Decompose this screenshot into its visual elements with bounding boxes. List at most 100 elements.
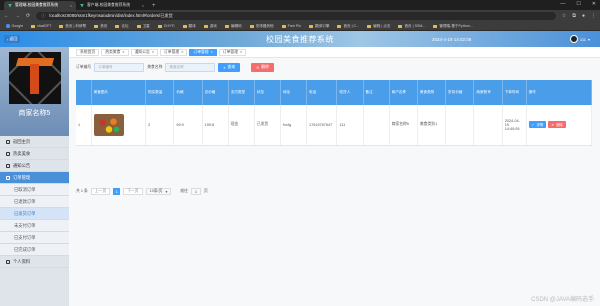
close-icon[interactable]: × [181, 50, 183, 54]
close-icon[interactable]: × [211, 50, 213, 54]
receiver-cell: 111 [336, 105, 364, 146]
menu-icon[interactable]: ⋮ [591, 13, 596, 19]
close-window-icon[interactable]: ✕ [592, 1, 596, 7]
shop-name: 商家名称5 [18, 110, 51, 117]
goto-label: 前往 [180, 189, 188, 193]
bookmark-item[interactable]: Free Pic [281, 24, 301, 28]
food-image-cell [91, 105, 147, 146]
folder-icon [136, 24, 141, 28]
bookmark-item[interactable]: chatGPT [31, 24, 51, 28]
tab-notice[interactable]: 通知公告 × [130, 48, 158, 56]
sidebar-subitem-paid[interactable]: 已支付订单 [0, 232, 69, 244]
page-number[interactable]: 1 [113, 188, 121, 195]
profile-icon[interactable]: ● [582, 13, 585, 19]
bookmark-item[interactable]: 首页 | 科研帮 [59, 24, 86, 29]
sidebar-item-profile[interactable]: 个人资料 [0, 256, 69, 268]
sidebar-subitem-refunded[interactable]: 已退款订单 [0, 196, 69, 208]
extensions-icon[interactable]: ⧉ [572, 13, 576, 19]
close-icon[interactable]: × [152, 50, 154, 54]
tab-orders-3[interactable]: 订单管理 × [218, 48, 247, 56]
price-cell: 99.9 [173, 105, 203, 146]
goto-page-input[interactable]: 1 [190, 188, 201, 195]
url-text: localhost:8080/ssm1fkeymsa/admin/dist/in… [49, 13, 173, 18]
prev-page-button[interactable]: 上一页 [90, 188, 111, 195]
close-icon[interactable]: × [240, 50, 242, 54]
minimize-icon[interactable]: — [560, 1, 565, 7]
table-header-row: 美食图片 购买数量 价格 总价格 支付类型 状态 地址 电话 收货人 备注 商户… [76, 80, 593, 105]
browser-tab-label: 管理端-校园美食推荐系统 [15, 3, 59, 7]
order-number-input[interactable]: 订单编号 [94, 63, 145, 72]
bookmark-item[interactable]: 编辑码 [224, 24, 242, 29]
food-name-input[interactable]: 美食名称 [165, 63, 216, 72]
sidebar-item-home[interactable]: 返回主页 [0, 136, 69, 148]
site-info-icon[interactable]: ⓘ [41, 13, 45, 19]
tab-food[interactable]: 热卖美食 × [101, 48, 129, 56]
sidebar-subitem-unpaid[interactable]: 未支付订单 [0, 220, 69, 232]
back-icon[interactable]: ← [4, 13, 9, 19]
browser-tab-admin[interactable]: 管理端-校园美食推荐系统 × [4, 1, 76, 10]
close-tab-icon[interactable]: × [142, 3, 144, 8]
main-content: 系统首页 热卖美食 × 通知公告 × 订单管理 × 订单管理 × 订单管理 × 订单编号 … [69, 47, 600, 306]
next-page-button[interactable]: 下一页 [123, 188, 143, 195]
sidebar-subitem-completed[interactable]: 已完成订单 [0, 244, 69, 256]
sidebar-item-orders[interactable]: 订单管理 [0, 172, 69, 184]
view-button[interactable]: ✓ 详情 [528, 121, 547, 129]
folder-icon [367, 24, 372, 28]
avatar [569, 35, 578, 43]
delete-button[interactable]: ✕ 删除 [548, 121, 566, 129]
tab-orders-2[interactable]: 订单管理 × [189, 48, 217, 56]
bookmark-item[interactable]: 首页 [94, 24, 107, 29]
window-controls: — ☐ ✕ [560, 1, 596, 7]
close-tab-icon[interactable]: × [70, 3, 72, 8]
maximize-icon[interactable]: ☐ [576, 1, 580, 7]
column-header: 商户名称 [389, 80, 418, 105]
folder-icon [182, 24, 187, 28]
folder-icon [337, 24, 342, 28]
sidebar-subitem-shipped[interactable]: 已发货订单 [0, 208, 69, 220]
tab-orders-1[interactable]: 订单管理 × [160, 48, 188, 56]
column-header: 折扣价格 [445, 80, 475, 105]
bookmark-item[interactable]: 翻译引擎 [309, 24, 329, 29]
bookmark-item[interactable]: 论坛 [115, 24, 129, 29]
batch-delete-button[interactable]: ✕ 删除 [251, 63, 274, 72]
select-all-checkbox[interactable] [76, 80, 92, 105]
order-number-label: 订单编号 [76, 65, 92, 69]
table-row[interactable]: 1 2 99.9 199.8 现金 已发货 fxxfg 17615787647 … [76, 105, 593, 146]
food-image[interactable] [93, 113, 124, 136]
bookmark-item[interactable]: 首页 | C... [337, 24, 359, 29]
food-name-label: 美食名称 [147, 65, 163, 69]
page-tabs: 系统首页 热卖美食 × 通知公告 × 订单管理 × 订单管理 × 订单管理 × [69, 47, 600, 58]
address-bar[interactable]: ⓘ localhost:8080/ssm1fkeymsa/admin/dist/… [36, 12, 556, 20]
bookmark-item[interactable]: Google [6, 24, 23, 28]
username: 111 [579, 36, 586, 42]
bookmark-item[interactable]: 编程 | 点击 [367, 24, 390, 29]
sidebar-item-food[interactable]: 热卖美食 [0, 148, 69, 160]
page-size-select[interactable]: 10条/页 ▾ [145, 188, 172, 195]
column-header: 操作 [526, 80, 593, 105]
bookmark-item[interactable]: 首页 | SSM... [398, 24, 425, 29]
reload-icon[interactable]: ⟳ [26, 13, 30, 19]
bookmark-star-icon[interactable]: ☆ [562, 13, 566, 19]
browser-toolbar: ← → ⟳ ⓘ localhost:8080/ssm1fkeymsa/admin… [0, 10, 600, 22]
browser-tab-client[interactable]: 客户端-校园美食推荐系统 × [76, 1, 148, 10]
status-cell: 已发货 [254, 105, 281, 146]
new-tab-icon[interactable]: + [152, 3, 156, 9]
bookmark-item[interactable]: 翻译 [182, 24, 196, 29]
close-icon[interactable]: × [122, 50, 124, 54]
food-icon [6, 151, 10, 156]
sidebar-subitem-cancelled[interactable]: 已取消订单 [0, 184, 69, 196]
sidebar-item-notice[interactable]: 通知公告 [0, 160, 69, 172]
folder-icon [157, 24, 162, 28]
payment-cell: 现金 [228, 105, 255, 146]
tab-home[interactable]: 系统首页 [76, 48, 100, 56]
bookmark-item[interactable]: CHYTI [157, 24, 175, 28]
bookmark-item[interactable]: 安排器其他 [249, 24, 274, 29]
bookmark-item[interactable]: 游戏 [203, 24, 217, 29]
bookmark-item[interactable]: 管理端-基于Python... [433, 24, 473, 29]
watermark: CSDN @JAVA编码选手 [531, 297, 594, 303]
bookmark-item[interactable]: 卫星 [136, 24, 150, 29]
query-button[interactable]: ⌕ 查询 [218, 63, 241, 72]
user-menu[interactable]: 111 ▾ [569, 35, 590, 43]
forward-icon[interactable]: → [15, 13, 20, 19]
column-header: 地址 [280, 80, 308, 105]
